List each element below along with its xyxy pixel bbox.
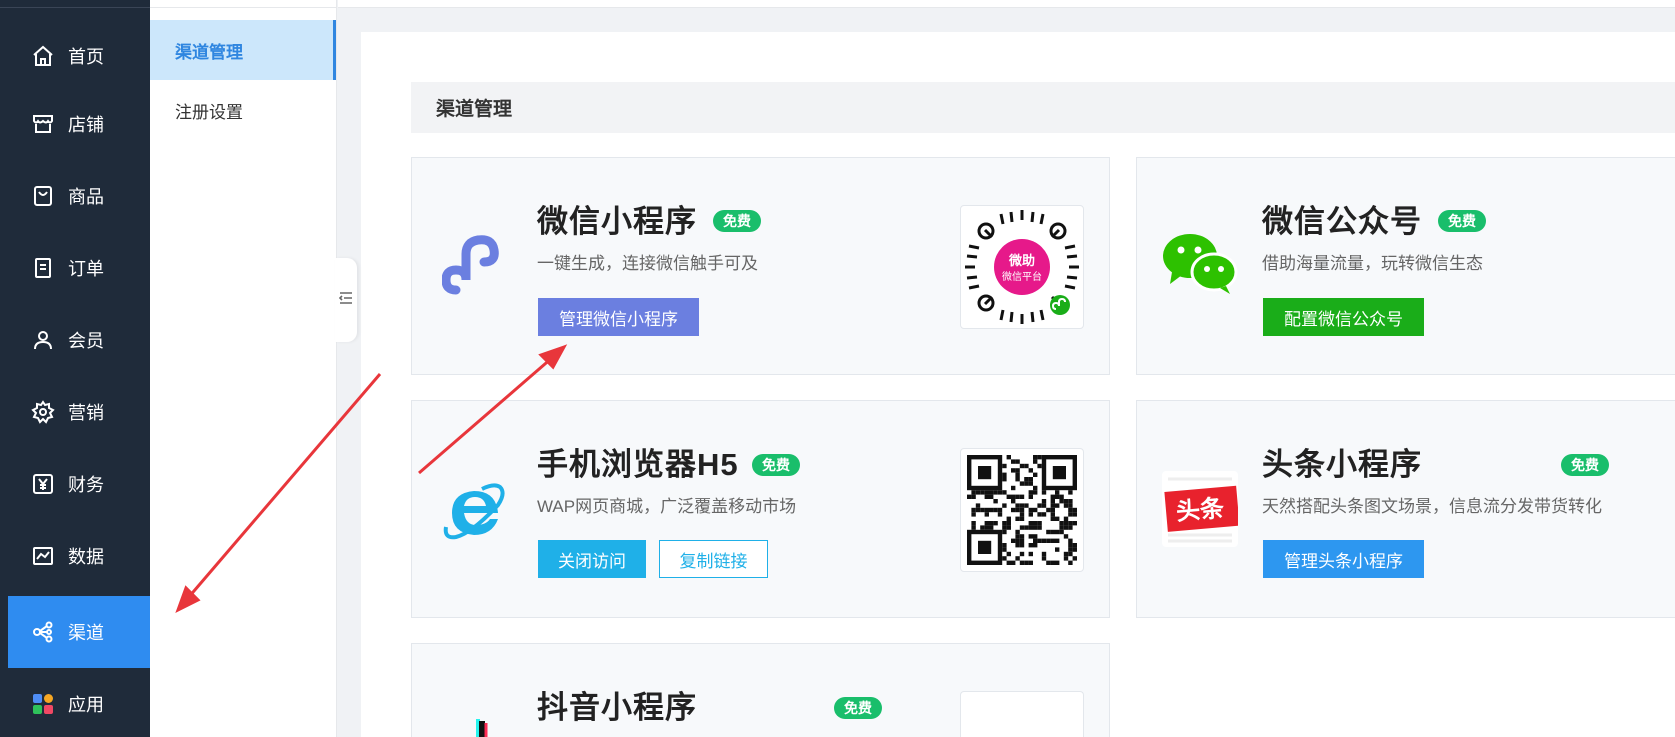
qr-center-text: 微助 bbox=[1008, 253, 1035, 269]
wechat-miniprogram-icon bbox=[441, 230, 508, 305]
qr-center-subtext: 微信平台 bbox=[1002, 270, 1042, 283]
nav-item-members[interactable]: 会员 bbox=[8, 304, 150, 376]
free-badge: 免费 bbox=[1561, 454, 1609, 476]
collapse-icon bbox=[338, 291, 353, 310]
nav-label: 首页 bbox=[68, 47, 104, 67]
toutiao-logo-text: 头条 bbox=[1175, 494, 1226, 526]
nav-item-marketing[interactable]: 营销 bbox=[8, 376, 150, 448]
subnav-item-register-settings[interactable]: 注册设置 bbox=[150, 80, 336, 140]
manage-wechat-miniprogram-button[interactable]: 管理微信小程序 bbox=[538, 298, 699, 336]
subnav-label: 渠道管理 bbox=[175, 42, 243, 62]
sidebar-top-divider bbox=[0, 0, 150, 8]
nav-label: 营销 bbox=[68, 403, 104, 423]
nav-label: 财务 bbox=[68, 475, 104, 495]
wechat-icon bbox=[1162, 230, 1238, 299]
main-content bbox=[361, 32, 1675, 737]
h5-qr-code[interactable] bbox=[960, 448, 1084, 572]
nav-label: 商品 bbox=[68, 187, 104, 207]
main-sidebar: 首页 店铺 商品 订单 会员 营销 财务 数据 渠道 应用 bbox=[0, 0, 150, 737]
nav-item-store[interactable]: 店铺 bbox=[8, 88, 150, 160]
subnav-label: 注册设置 bbox=[175, 102, 243, 122]
nav-label: 数据 bbox=[68, 547, 104, 567]
free-badge: 免费 bbox=[752, 454, 800, 476]
top-bar bbox=[338, 0, 1675, 8]
miniprogram-qr-code[interactable]: 微助 微信平台 bbox=[960, 205, 1084, 329]
toutiao-logo: 头条 bbox=[1162, 471, 1240, 552]
nav-label: 店铺 bbox=[68, 115, 104, 135]
ie-browser-icon bbox=[442, 479, 508, 550]
nav-item-finance[interactable]: 财务 bbox=[8, 448, 150, 520]
free-badge: 免费 bbox=[1438, 210, 1486, 232]
channel-title: 抖音小程序 bbox=[537, 690, 697, 725]
channel-card-wechat-miniprogram: 微信小程序 免费 一键生成，连接微信触手可及 管理微信小程序 微助 微信平台 bbox=[411, 157, 1110, 375]
close-access-button[interactable]: 关闭访问 bbox=[538, 540, 646, 578]
channel-title: 头条小程序 bbox=[1262, 447, 1422, 482]
nav-item-data[interactable]: 数据 bbox=[8, 520, 150, 592]
home-icon bbox=[30, 43, 56, 69]
collapse-sidebar-button[interactable] bbox=[335, 258, 357, 342]
channel-desc: 一键生成，连接微信触手可及 bbox=[537, 254, 758, 273]
store-icon bbox=[30, 111, 56, 137]
channel-desc: 借助海量流量，玩转微信生态 bbox=[1262, 254, 1483, 273]
free-badge: 免费 bbox=[834, 697, 882, 719]
nav-item-apps[interactable]: 应用 bbox=[8, 668, 150, 737]
nav-label: 渠道 bbox=[68, 623, 104, 643]
manage-toutiao-button[interactable]: 管理头条小程序 bbox=[1263, 540, 1424, 578]
chart-icon bbox=[30, 543, 56, 569]
nav-item-goods[interactable]: 商品 bbox=[8, 160, 150, 232]
channel-card-toutiao: 头条 头条小程序 免费 天然搭配头条图文场景，信息流分发带货转化 管理头条小程序 bbox=[1136, 400, 1675, 618]
channel-desc: 天然搭配头条图文场景，信息流分发带货转化 bbox=[1262, 497, 1602, 516]
subnav-item-channel-manage[interactable]: 渠道管理 bbox=[150, 20, 336, 80]
nav-label: 应用 bbox=[68, 695, 104, 715]
share-icon bbox=[30, 619, 56, 645]
user-icon bbox=[30, 327, 56, 353]
nav-item-channel[interactable]: 渠道 bbox=[8, 596, 150, 668]
channel-desc: WAP网页商城，广泛覆盖移动市场 bbox=[537, 497, 797, 516]
gear-icon bbox=[30, 399, 56, 425]
channel-card-h5: 手机浏览器H5 免费 WAP网页商城，广泛覆盖移动市场 关闭访问 复制链接 bbox=[411, 400, 1110, 618]
channel-title: 微信公众号 bbox=[1262, 204, 1422, 239]
bag-icon bbox=[30, 183, 56, 209]
nav-label: 订单 bbox=[68, 259, 104, 279]
configure-wechat-official-button[interactable]: 配置微信公众号 bbox=[1263, 298, 1424, 336]
subnav-top-divider bbox=[150, 0, 336, 8]
douyin-qr-code[interactable] bbox=[960, 691, 1084, 737]
order-icon bbox=[30, 255, 56, 281]
free-badge: 免费 bbox=[713, 210, 761, 232]
channel-title: 手机浏览器H5 bbox=[537, 447, 739, 482]
nav-label: 会员 bbox=[68, 331, 104, 351]
douyin-icon bbox=[472, 719, 502, 737]
channel-title: 微信小程序 bbox=[537, 204, 697, 239]
app-root: 首页 店铺 商品 订单 会员 营销 财务 数据 渠道 应用 渠道管理 注册设置 … bbox=[0, 0, 1675, 737]
nav-item-home[interactable]: 首页 bbox=[8, 20, 150, 92]
sub-sidebar: 渠道管理 注册设置 bbox=[150, 0, 337, 737]
apps-icon bbox=[30, 691, 56, 717]
section-title-text: 渠道管理 bbox=[436, 99, 513, 120]
copy-link-button[interactable]: 复制链接 bbox=[659, 540, 768, 578]
yen-icon bbox=[30, 471, 56, 497]
channel-card-wechat-official: 微信公众号 免费 借助海量流量，玩转微信生态 配置微信公众号 bbox=[1136, 157, 1675, 375]
nav-item-orders[interactable]: 订单 bbox=[8, 232, 150, 304]
section-title: 渠道管理 bbox=[411, 82, 1675, 133]
channel-card-douyin: 抖音小程序 免费 bbox=[411, 643, 1110, 737]
